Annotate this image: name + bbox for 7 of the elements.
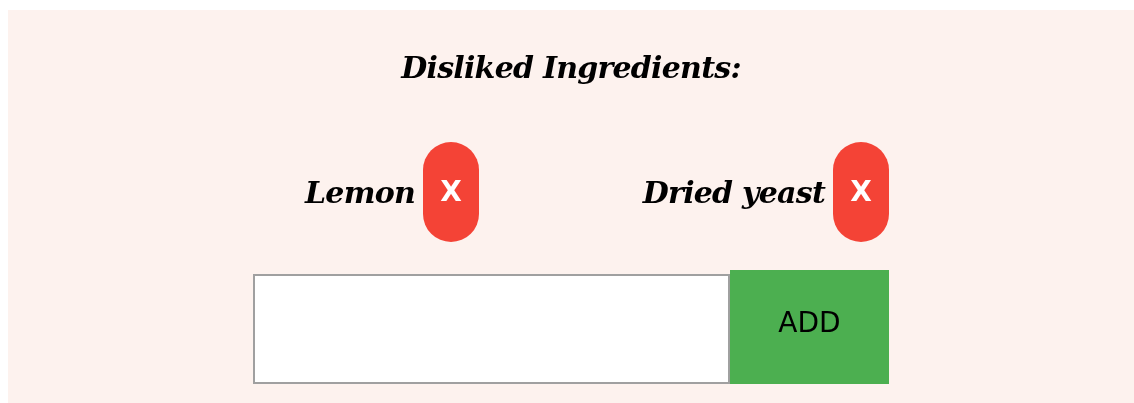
ingredient-label: Lemon xyxy=(305,173,415,212)
remove-button[interactable]: X xyxy=(833,142,889,242)
ingredient-input[interactable] xyxy=(253,274,730,384)
section-title: Disliked Ingredients: xyxy=(401,49,741,87)
ingredient-label: Dried yeast xyxy=(642,173,825,212)
remove-button[interactable]: X xyxy=(423,142,479,242)
add-button[interactable]: ADD xyxy=(730,270,889,384)
